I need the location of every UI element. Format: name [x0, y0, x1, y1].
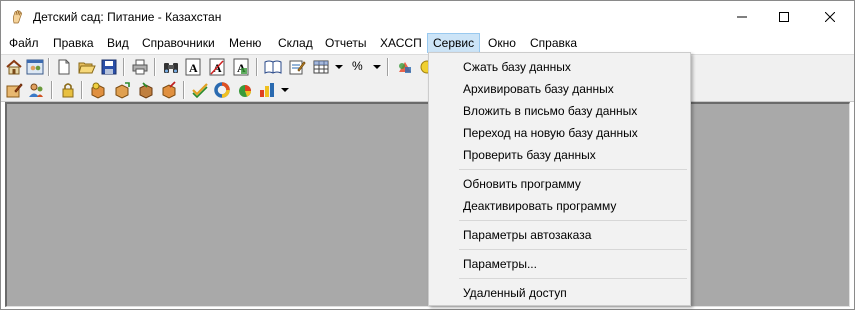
menu-item-remote-access[interactable]: Удаленный доступ: [430, 282, 689, 304]
users-window-icon[interactable]: [26, 58, 44, 76]
chevron-down-icon[interactable]: [373, 61, 381, 71]
menu-haccp[interactable]: ХАССП: [374, 33, 428, 53]
menu-item-archive-db[interactable]: Архивировать базу данных: [430, 78, 689, 100]
percent-button[interactable]: %: [352, 59, 363, 73]
bar-chart-icon[interactable]: [258, 81, 276, 99]
menu-help[interactable]: Справка: [524, 33, 583, 53]
title-bar[interactable]: Детский сад: Питание - Казахстан: [1, 1, 854, 33]
toolbar-separator: [256, 58, 258, 76]
lock-icon[interactable]: [59, 81, 77, 99]
menu-service[interactable]: Сервис: [427, 33, 481, 53]
window-title: Детский сад: Питание - Казахстан: [33, 10, 222, 24]
menu-item-autoorder-params[interactable]: Параметры автозаказа: [430, 224, 689, 246]
menu-item-compress-db[interactable]: Сжать базу данных: [430, 56, 689, 78]
menu-item-switch-db[interactable]: Переход на новую базу данных: [430, 122, 689, 144]
menu-file[interactable]: Файл: [3, 33, 45, 53]
font-a-icon[interactable]: A: [184, 58, 202, 76]
table-grid-icon[interactable]: [312, 58, 330, 76]
service-dropdown-menu: Сжать базу данных Архивировать базу данн…: [428, 52, 691, 306]
close-button[interactable]: [807, 1, 853, 33]
menu-menu[interactable]: Меню: [223, 33, 267, 53]
toolbar-separator: [183, 81, 185, 99]
toolbar-separator: [387, 58, 389, 76]
checkmark-chart-icon[interactable]: [191, 81, 209, 99]
binoculars-icon[interactable]: [162, 58, 180, 76]
print-icon[interactable]: [131, 58, 149, 76]
menu-separator: [459, 220, 687, 221]
toolbar-separator: [154, 58, 156, 76]
edit-note-icon[interactable]: [288, 58, 306, 76]
chevron-down-icon[interactable]: [335, 61, 343, 71]
book-icon[interactable]: [264, 58, 282, 76]
minimize-button[interactable]: [719, 1, 765, 33]
box-out-icon[interactable]: [160, 81, 178, 99]
menu-item-parameters[interactable]: Параметры...: [430, 253, 689, 275]
toolbar-separator: [51, 81, 53, 99]
font-a-green-icon[interactable]: A: [232, 58, 250, 76]
box-arrow-icon[interactable]: [113, 81, 131, 99]
menu-reports[interactable]: Отчеты: [319, 33, 372, 53]
menu-separator: [459, 249, 687, 250]
menu-item-check-db[interactable]: Проверить базу данных: [430, 144, 689, 166]
home-icon[interactable]: [5, 58, 23, 76]
menu-item-attach-db-to-mail[interactable]: Вложить в письмо базу данных: [430, 100, 689, 122]
shapes-icon[interactable]: [396, 58, 414, 76]
maximize-icon: [779, 12, 789, 22]
app-window: Детский сад: Питание - Казахстан Файл Пр…: [0, 0, 855, 310]
svg-text:A: A: [189, 61, 198, 75]
open-folder-icon[interactable]: [78, 58, 96, 76]
menu-item-update-program[interactable]: Обновить программу: [430, 173, 689, 195]
close-icon: [825, 12, 835, 22]
menu-view[interactable]: Вид: [101, 33, 135, 53]
minimize-icon: [737, 16, 747, 18]
food-box-icon[interactable]: [89, 81, 107, 99]
toolbar-separator: [81, 81, 83, 99]
person-card-icon[interactable]: [27, 81, 45, 99]
chevron-down-icon[interactable]: [281, 84, 289, 94]
menu-warehouse[interactable]: Склад: [272, 33, 319, 53]
app-hand-icon[interactable]: [10, 9, 26, 25]
menu-edit[interactable]: Правка: [47, 33, 100, 53]
box-in-icon[interactable]: [137, 81, 155, 99]
font-a-red-icon[interactable]: A: [208, 58, 226, 76]
menu-bar: Файл Правка Вид Справочники Меню Склад О…: [1, 33, 854, 53]
menu-separator: [459, 278, 687, 279]
toolbar-separator: [48, 58, 50, 76]
box-edit-icon[interactable]: [5, 81, 23, 99]
pie-chart-icon[interactable]: [236, 81, 254, 99]
toolbar-separator: [123, 58, 125, 76]
new-document-icon[interactable]: [55, 58, 73, 76]
save-disk-icon[interactable]: [100, 58, 118, 76]
menu-references[interactable]: Справочники: [136, 33, 221, 53]
maximize-button[interactable]: [761, 1, 807, 33]
menu-item-deactivate-program[interactable]: Деактивировать программу: [430, 195, 689, 217]
menu-window[interactable]: Окно: [482, 33, 522, 53]
menu-separator: [459, 169, 687, 170]
ring-chart-icon[interactable]: [213, 81, 231, 99]
